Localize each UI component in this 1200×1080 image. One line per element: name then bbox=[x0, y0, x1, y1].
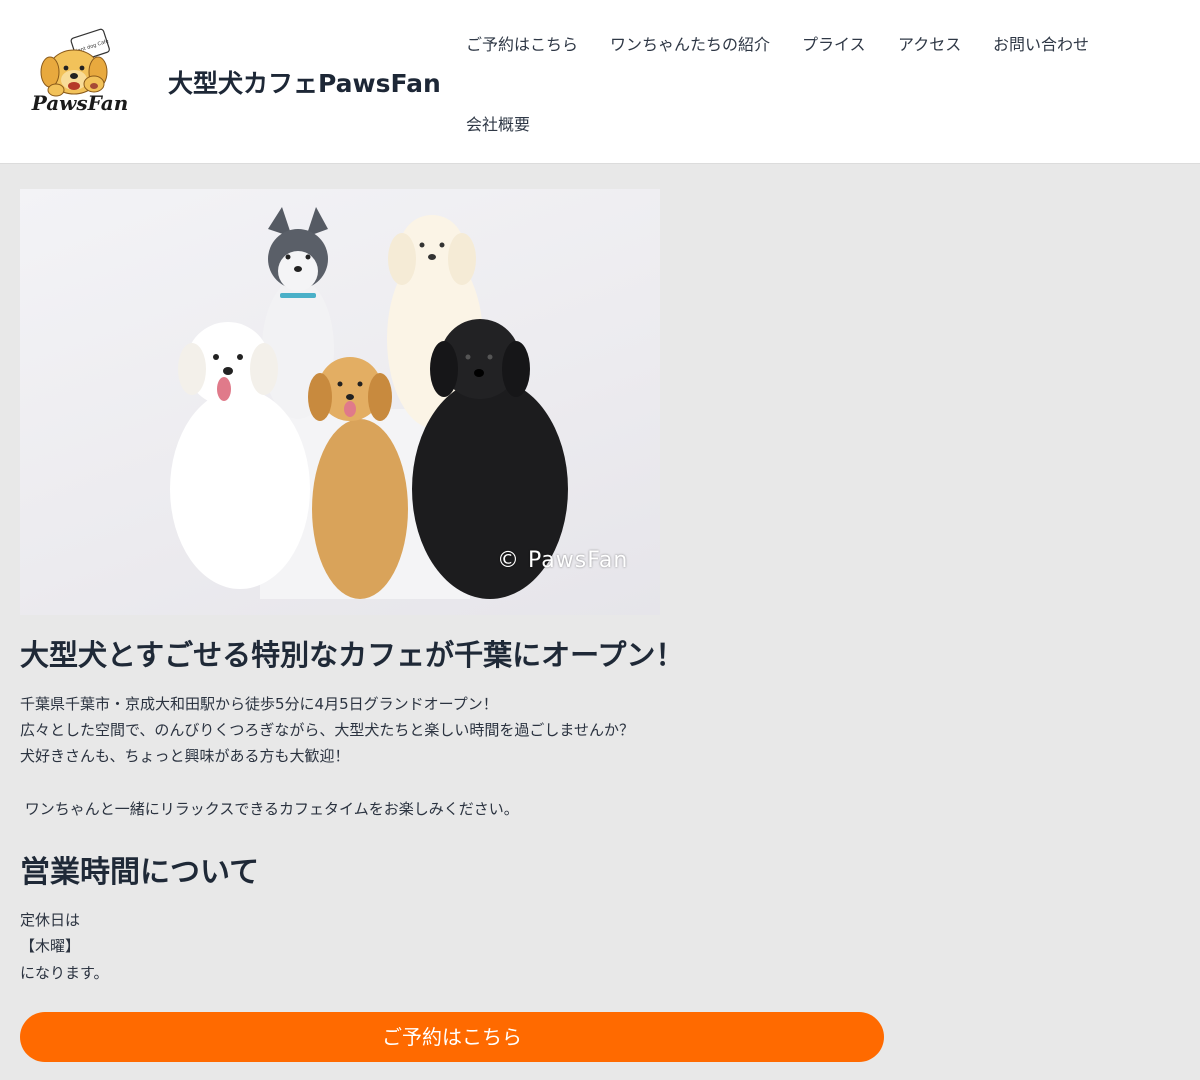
intro-line-4: ワンちゃんと一緒にリラックスできるカフェタイムをお楽しみください。 bbox=[20, 800, 519, 818]
nav-item-price[interactable]: プライス bbox=[802, 31, 866, 55]
reservation-button[interactable]: ご予約はこちら bbox=[20, 1012, 884, 1062]
nav-item-contact[interactable]: お問い合わせ bbox=[993, 31, 1089, 55]
hours-line-2: 【木曜】 bbox=[20, 937, 81, 955]
nav-item-company[interactable]: 会社概要 bbox=[466, 111, 530, 135]
svg-text:PawsFan: PawsFan bbox=[31, 91, 129, 115]
logo-dog-icon: Giant dog Cafe PawsFan bbox=[31, 28, 129, 115]
intro-line-3: 犬好きさんも、ちょっと興味がある方も大歓迎！ bbox=[20, 747, 350, 765]
photo-watermark: © PawsFan bbox=[497, 548, 629, 573]
nav-item-dogs[interactable]: ワンちゃんたちの紹介 bbox=[610, 31, 770, 55]
hours-heading: 営業時間について bbox=[20, 855, 260, 890]
site-logo[interactable]: Giant dog Cafe PawsFan bbox=[26, 28, 134, 124]
intro-heading: 大型犬とすごせる特別なカフェが千葉にオープン！ bbox=[20, 638, 685, 672]
hours-line-1: 定休日は bbox=[20, 911, 81, 929]
nav-item-reservation[interactable]: ご予約はこちら bbox=[466, 31, 578, 55]
intro-line-1: 千葉県千葉市・京成大和田駅から徒歩5分に4月5日グランドオープン！ bbox=[20, 695, 498, 713]
site-title[interactable]: 大型犬カフェPawsFan bbox=[168, 64, 441, 100]
hero-image: © PawsFan bbox=[20, 189, 660, 615]
hours-line-3: になります。 bbox=[20, 964, 109, 982]
intro-line-2: 広々とした空間で、のんびりくつろぎながら、大型犬たちと楽しい時間を過ごしませんか… bbox=[20, 721, 634, 739]
golden-dog bbox=[308, 357, 408, 599]
site-header: Giant dog Cafe PawsFan 大型犬カフェPawsFan ご予約… bbox=[0, 0, 1200, 164]
nav-item-access[interactable]: アクセス bbox=[898, 31, 961, 55]
